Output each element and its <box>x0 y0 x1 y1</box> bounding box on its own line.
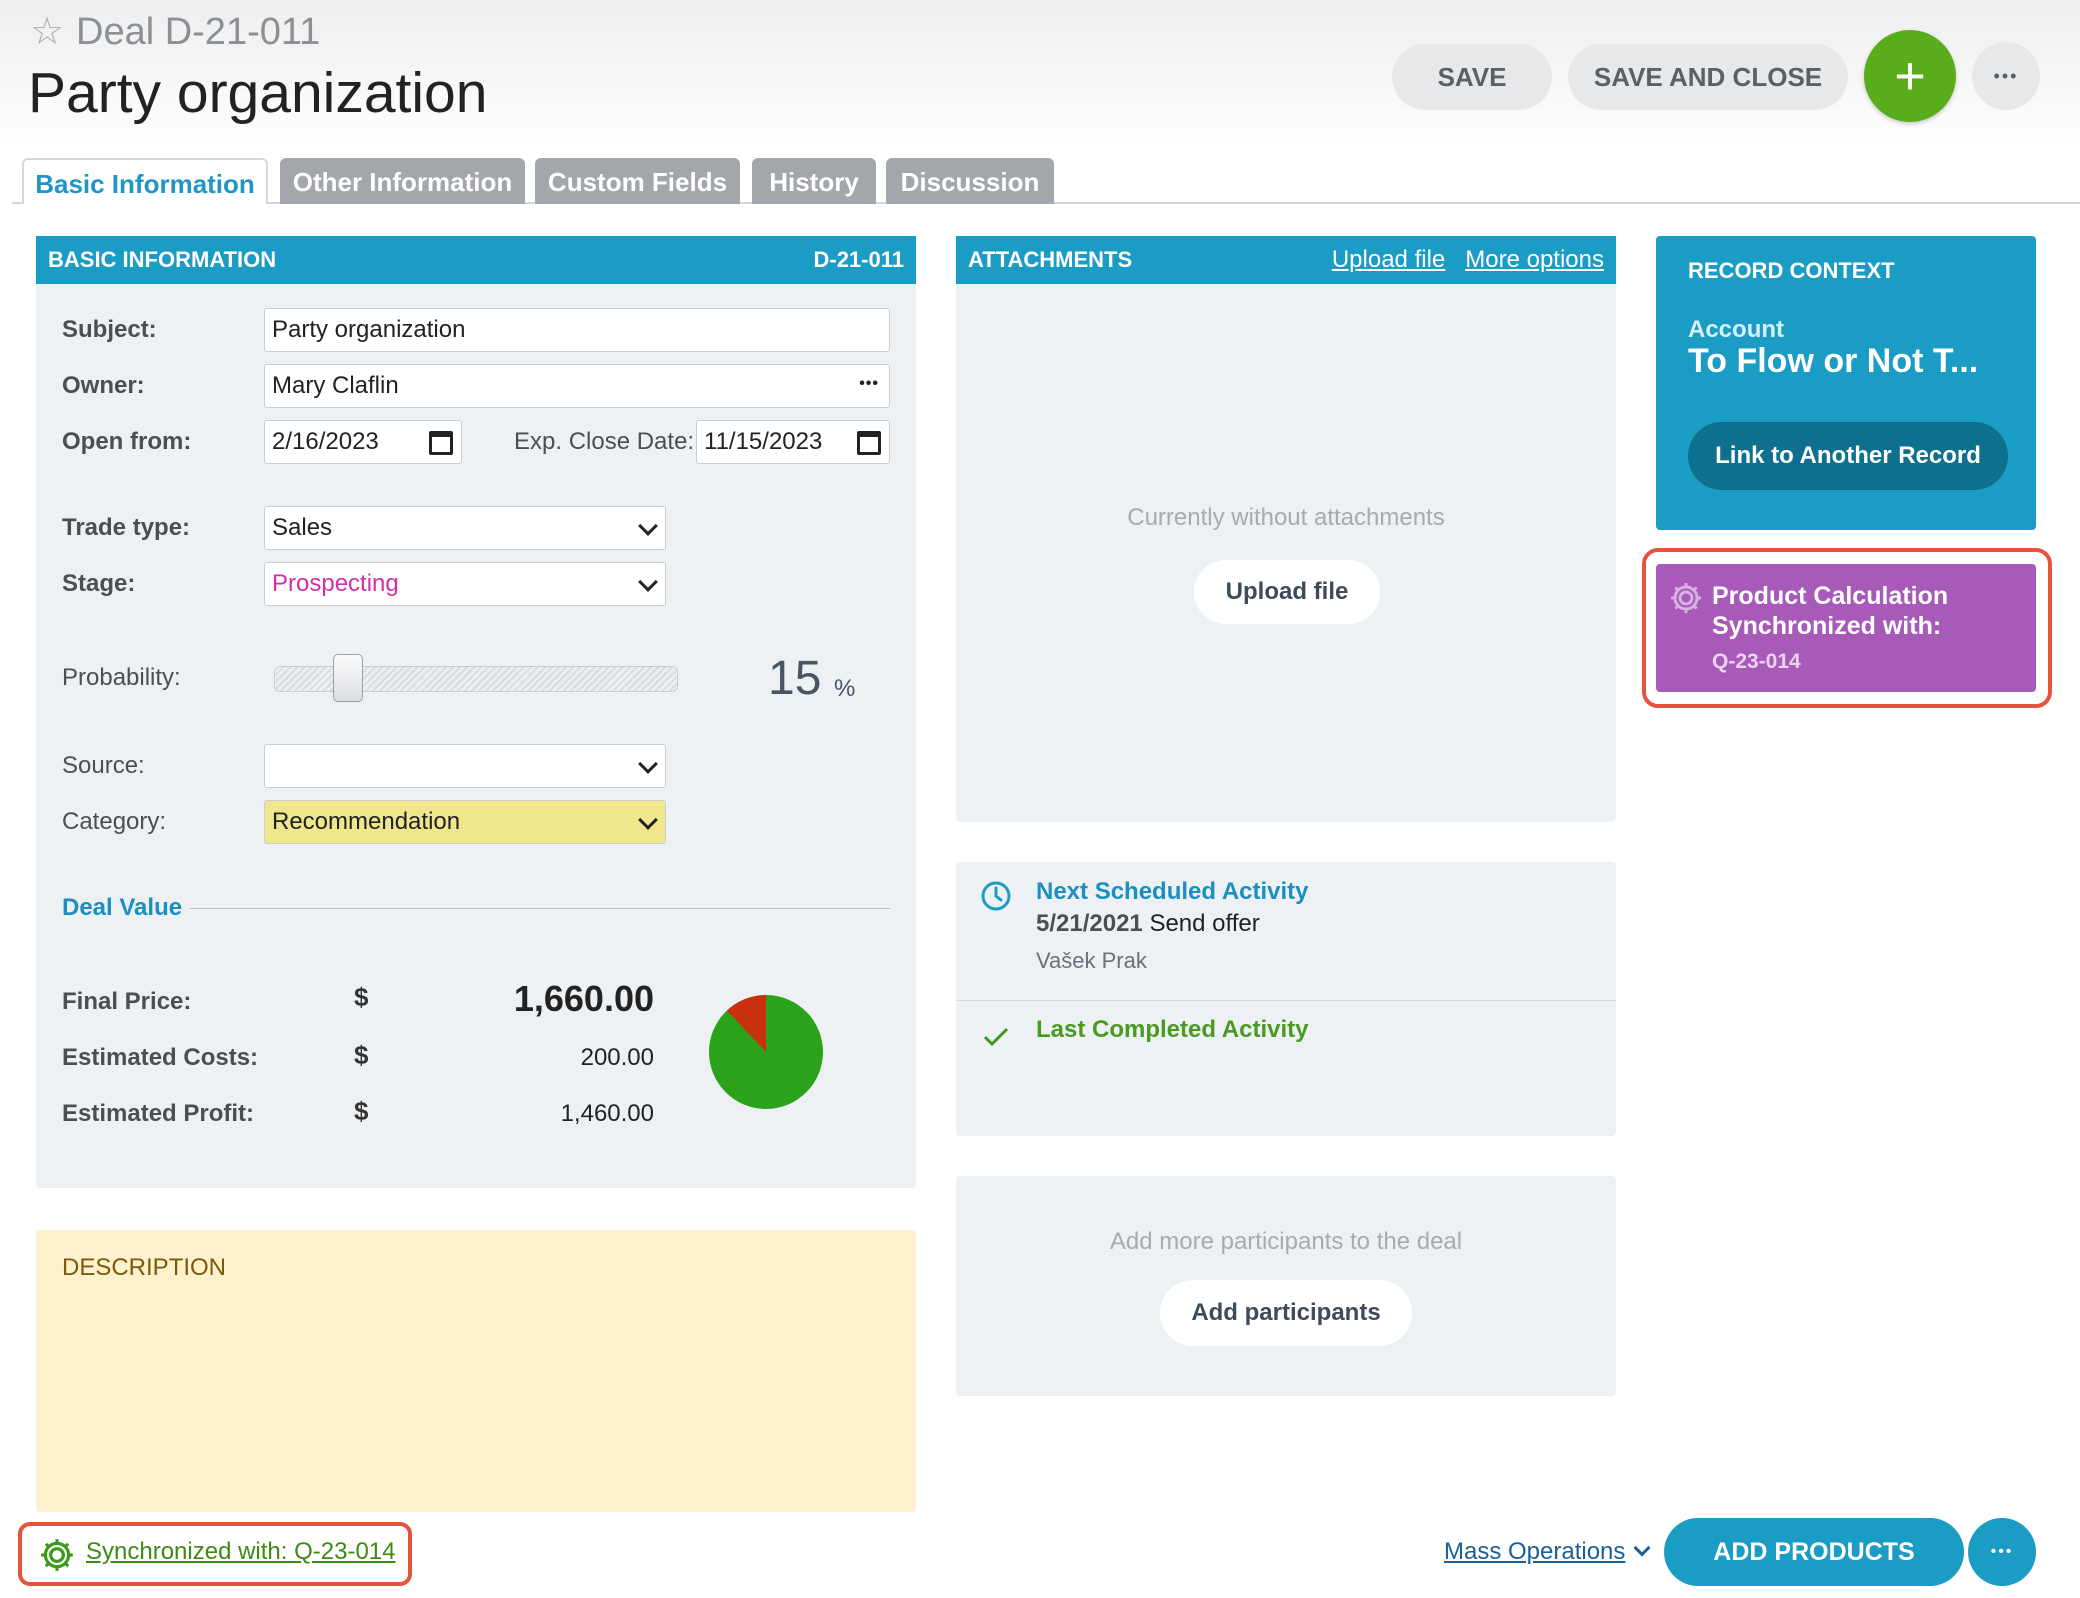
final-price-currency: $ <box>354 982 369 1012</box>
probability-value: 15 <box>768 652 822 705</box>
gear-icon <box>41 1539 73 1571</box>
open-from-value: 2/16/2023 <box>272 428 379 455</box>
product-calculation-sync-card[interactable]: Product Calculation Synchronized with: Q… <box>1656 564 2036 692</box>
owner-label: Owner: <box>62 372 145 399</box>
next-activity-date: 5/21/2021 <box>1036 910 1143 937</box>
close-date-input[interactable]: 11/15/2023 <box>696 420 890 464</box>
record-id: D-21-011 <box>813 247 904 272</box>
synchronized-with-link[interactable]: Synchronized with: Q-23-014 <box>86 1538 396 1566</box>
footer-more-button[interactable]: ••• <box>1968 1518 2036 1586</box>
category-value: Recommendation <box>272 808 461 835</box>
participants-panel: Add more participants to the deal Add pa… <box>956 1176 1616 1396</box>
record-context-heading: RECORD CONTEXT <box>1688 258 1895 283</box>
source-select[interactable] <box>264 744 666 788</box>
trade-type-value: Sales <box>272 514 333 541</box>
description-heading: DESCRIPTION <box>62 1254 227 1281</box>
trade-type-select[interactable]: Sales <box>264 506 666 550</box>
owner-picker-button[interactable]: ••• <box>859 363 879 405</box>
basic-information-header: BASIC INFORMATION D-21-011 <box>36 236 916 284</box>
owner-value: Mary Claflin <box>272 372 399 399</box>
check-icon <box>983 1027 1009 1047</box>
mass-operations-menu[interactable]: Mass Operations <box>1444 1538 1625 1566</box>
probability-label: Probability: <box>62 664 181 691</box>
estimated-costs-currency: $ <box>354 1040 369 1070</box>
stage-value: Prospecting <box>272 570 399 597</box>
stage-select[interactable]: Prospecting <box>264 562 666 606</box>
account-label: Account <box>1688 316 1784 343</box>
upload-file-link[interactable]: Upload file <box>1332 236 1445 284</box>
attachments-header: ATTACHMENTS More options Upload file <box>956 236 1616 284</box>
participants-empty-text: Add more participants to the deal <box>1109 1228 1463 1255</box>
estimated-costs-value: 200.00 <box>580 1044 654 1071</box>
final-price-value: 1,660.00 <box>513 978 654 1019</box>
deal-value-pie-chart <box>709 995 823 1109</box>
calendar-icon[interactable] <box>857 431 881 455</box>
attachments-empty-text: Currently without attachments <box>1127 504 1445 531</box>
chevron-down-icon <box>638 516 658 536</box>
gear-icon <box>1671 583 1701 613</box>
account-value[interactable]: To Flow or Not T... <box>1688 342 1978 381</box>
chevron-down-icon <box>638 810 658 830</box>
owner-field[interactable]: Mary Claflin ••• <box>264 364 890 408</box>
stage-label: Stage: <box>62 570 136 597</box>
category-label: Category: <box>62 808 167 835</box>
deal-value-divider <box>190 908 890 909</box>
next-activity-person: Vašek Prak <box>1036 948 1147 973</box>
activity-divider <box>956 1000 1616 1001</box>
activities-panel: Next Scheduled Activity 5/21/2021 Send o… <box>956 862 1616 1136</box>
tab-other-information[interactable]: Other Information <box>280 158 525 204</box>
clock-icon <box>981 881 1011 911</box>
source-label: Source: <box>62 752 145 779</box>
estimated-profit-label: Estimated Profit: <box>62 1100 255 1127</box>
estimated-profit-currency: $ <box>354 1096 369 1126</box>
open-from-date-input[interactable]: 2/16/2023 <box>264 420 462 464</box>
chevron-down-icon[interactable] <box>1633 1539 1651 1557</box>
basic-information-heading: BASIC INFORMATION <box>48 247 277 272</box>
add-participants-button[interactable]: Add participants <box>1160 1280 1412 1346</box>
trade-type-label: Trade type: <box>62 514 191 541</box>
add-new-button[interactable]: + <box>1864 30 1956 122</box>
deal-id: Deal D-21-011 <box>76 11 321 53</box>
category-select[interactable]: Recommendation <box>264 800 666 844</box>
final-price-label: Final Price: <box>62 988 192 1015</box>
sync-card-ref: Q-23-014 <box>1712 650 1801 673</box>
tab-history[interactable]: History <box>752 158 876 204</box>
subject-input[interactable]: Party organization <box>264 308 890 352</box>
tab-basic-information[interactable]: Basic Information <box>22 158 268 204</box>
subject-label: Subject: <box>62 316 157 343</box>
chevron-down-icon <box>638 572 658 592</box>
deal-value-heading: Deal Value <box>62 894 183 921</box>
next-activity-title[interactable]: Next Scheduled Activity <box>1036 878 1309 906</box>
estimated-profit-value: 1,460.00 <box>560 1100 654 1127</box>
favorite-star-icon[interactable]: ☆ <box>30 12 70 52</box>
calendar-icon[interactable] <box>429 431 453 455</box>
last-activity-title[interactable]: Last Completed Activity <box>1036 1016 1309 1044</box>
probability-slider-handle[interactable] <box>332 654 363 702</box>
next-activity-text: Send offer <box>1149 910 1260 937</box>
tab-custom-fields[interactable]: Custom Fields <box>535 158 740 204</box>
link-to-another-record-button[interactable]: Link to Another Record <box>1688 422 2008 490</box>
more-actions-button[interactable]: ••• <box>1972 42 2040 110</box>
probability-unit: % <box>834 675 856 702</box>
upload-file-button[interactable]: Upload file <box>1194 560 1380 624</box>
chevron-down-icon <box>638 754 658 774</box>
description-panel[interactable]: DESCRIPTION <box>36 1230 916 1512</box>
sync-card-line1: Product Calculation <box>1712 582 1949 610</box>
attachments-panel: ATTACHMENTS More options Upload file Cur… <box>956 236 1616 822</box>
attachments-heading: ATTACHMENTS <box>968 247 1133 272</box>
open-from-label: Open from: <box>62 428 192 455</box>
tab-discussion[interactable]: Discussion <box>886 158 1054 204</box>
record-context-panel: RECORD CONTEXT Account To Flow or Not T.… <box>1656 236 2036 530</box>
close-date-label: Exp. Close Date: <box>514 428 695 455</box>
save-and-close-button[interactable]: SAVE AND CLOSE <box>1568 44 1848 110</box>
close-date-value: 11/15/2023 <box>704 428 823 455</box>
sync-card-line2: Synchronized with: <box>1712 612 1942 640</box>
save-button[interactable]: SAVE <box>1392 44 1552 110</box>
page-title: Party organization <box>28 61 488 125</box>
more-options-link[interactable]: More options <box>1465 236 1604 284</box>
estimated-costs-label: Estimated Costs: <box>62 1044 259 1071</box>
add-products-button[interactable]: ADD PRODUCTS <box>1664 1518 1964 1586</box>
